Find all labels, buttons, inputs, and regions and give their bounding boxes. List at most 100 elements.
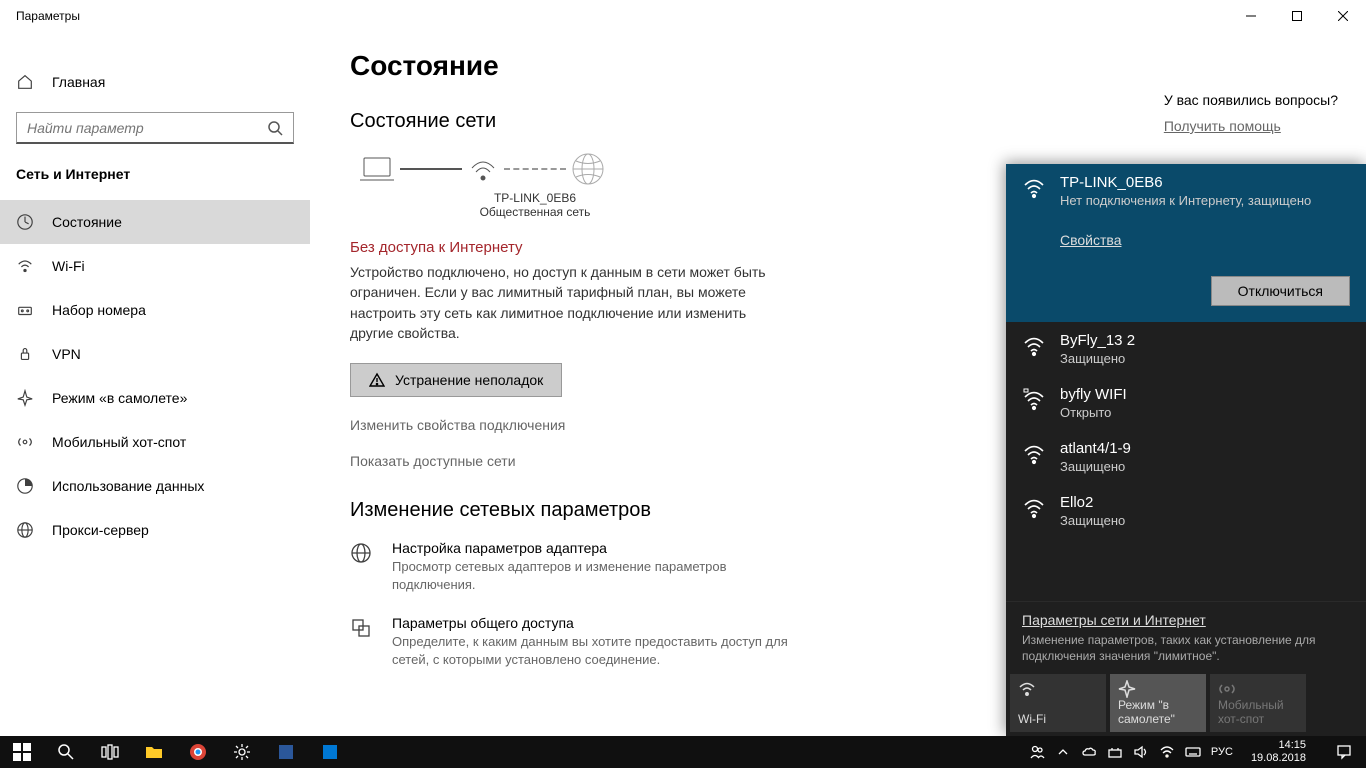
settings-taskbar-button[interactable] — [220, 736, 264, 768]
home-icon — [16, 73, 34, 91]
app-button[interactable] — [264, 736, 308, 768]
sidebar-item-label: Использование данных — [52, 478, 204, 494]
warning-icon — [369, 372, 385, 388]
laptop-icon — [358, 154, 396, 184]
proxy-icon — [16, 521, 34, 539]
network-status: Защищено — [1060, 459, 1131, 474]
network-status: Открыто — [1060, 405, 1127, 420]
sidebar-item-label: Прокси-сервер — [52, 522, 149, 538]
close-button[interactable] — [1320, 0, 1366, 32]
search-icon — [267, 120, 283, 136]
solid-line — [400, 168, 462, 170]
tile-label: Режим "в самолете" — [1118, 698, 1198, 726]
taskview-button[interactable] — [88, 736, 132, 768]
network-item[interactable]: byfly WIFIОткрыто — [1006, 376, 1366, 430]
wifi-signal-icon — [1022, 334, 1046, 358]
start-button[interactable] — [0, 736, 44, 768]
titlebar: Параметры — [0, 0, 1366, 32]
page-title: Состояние — [350, 50, 1336, 82]
help-box: У вас появились вопросы? Получить помощь — [1164, 92, 1338, 134]
sidebar-item-dialup[interactable]: Набор номера — [0, 288, 310, 332]
network-tray-icon[interactable] — [1107, 744, 1123, 760]
system-tray: РУС 14:15 19.08.2018 — [1029, 736, 1366, 768]
onedrive-icon[interactable] — [1081, 744, 1097, 760]
dialup-icon — [16, 301, 34, 319]
wifi-flyout: TP-LINK_0EB6 Нет подключения к Интернету… — [1006, 164, 1366, 736]
network-item[interactable]: ByFly_13 2 Защищено — [1006, 322, 1366, 376]
sidebar-item-wifi[interactable]: Wi-Fi — [0, 244, 310, 288]
adapter-icon — [350, 540, 374, 593]
option-title: Параметры общего доступа — [392, 615, 810, 631]
status-description: Устройство подключено, но доступ к данны… — [350, 262, 780, 343]
network-status: Защищено — [1060, 513, 1125, 528]
network-settings-desc: Изменение параметров, таких как установл… — [1022, 632, 1350, 664]
chrome-button[interactable] — [176, 736, 220, 768]
sidebar-item-label: Состояние — [52, 214, 122, 230]
clock[interactable]: 14:15 19.08.2018 — [1243, 739, 1314, 764]
notifications-button[interactable] — [1324, 744, 1364, 760]
status-icon — [16, 213, 34, 231]
volume-icon[interactable] — [1133, 744, 1149, 760]
sharing-settings-option[interactable]: Параметры общего доступа Определите, к к… — [350, 615, 810, 668]
troubleshoot-button[interactable]: Устранение неполадок — [350, 363, 562, 397]
airplane-icon — [1118, 680, 1198, 698]
help-question: У вас появились вопросы? — [1164, 92, 1338, 108]
globe-icon — [570, 151, 606, 187]
chevron-up-icon[interactable] — [1055, 744, 1071, 760]
network-item[interactable]: Ello2 Защищено — [1006, 484, 1366, 538]
maximize-button[interactable] — [1274, 0, 1320, 32]
adapter-settings-option[interactable]: Настройка параметров адаптера Просмотр с… — [350, 540, 810, 593]
sidebar-item-label: VPN — [52, 346, 81, 362]
option-desc: Просмотр сетевых адаптеров и изменение п… — [392, 558, 810, 593]
network-status: Защищено — [1060, 351, 1135, 366]
sidebar-item-status[interactable]: Состояние — [0, 200, 310, 244]
sidebar-item-proxy[interactable]: Прокси-сервер — [0, 508, 310, 552]
sidebar-item-datausage[interactable]: Использование данных — [0, 464, 310, 508]
tile-hotspot[interactable]: Мобильный хот-спот — [1210, 674, 1306, 732]
sidebar-home[interactable]: Главная — [0, 60, 310, 104]
network-list: TP-LINK_0EB6 Нет подключения к Интернету… — [1006, 164, 1366, 601]
app-button[interactable] — [308, 736, 352, 768]
wifi-signal-icon — [1022, 442, 1046, 466]
taskbar: РУС 14:15 19.08.2018 — [0, 736, 1366, 768]
wifi-icon — [16, 257, 34, 275]
keyboard-icon[interactable] — [1185, 744, 1201, 760]
sidebar-item-label: Wi-Fi — [52, 258, 85, 274]
disconnect-button[interactable]: Отключиться — [1211, 276, 1350, 306]
sidebar-category: Сеть и Интернет — [0, 160, 310, 200]
network-name: TP-LINK_0EB6 — [1060, 174, 1311, 191]
network-item[interactable]: atlant4/1-9Защищено — [1006, 430, 1366, 484]
troubleshoot-label: Устранение неполадок — [395, 372, 543, 388]
network-name: TP-LINK_0EB6 — [450, 191, 620, 205]
minimize-button[interactable] — [1228, 0, 1274, 32]
wifi-signal-icon — [1022, 496, 1046, 520]
file-explorer-button[interactable] — [132, 736, 176, 768]
date: 19.08.2018 — [1251, 752, 1306, 765]
dashed-line — [504, 168, 566, 170]
network-item-active[interactable]: TP-LINK_0EB6 Нет подключения к Интернету… — [1006, 164, 1366, 322]
network-name: ByFly_13 2 — [1060, 332, 1135, 349]
wifi-tray-icon[interactable] — [1159, 744, 1175, 760]
hotspot-icon — [1218, 680, 1298, 698]
datausage-icon — [16, 477, 34, 495]
hotspot-icon — [16, 433, 34, 451]
network-name: Ello2 — [1060, 494, 1125, 511]
search-button[interactable] — [44, 736, 88, 768]
search-input[interactable] — [27, 120, 267, 136]
option-title: Настройка параметров адаптера — [392, 540, 810, 556]
search-box[interactable] — [16, 112, 294, 144]
properties-link[interactable]: Свойства — [1060, 232, 1350, 248]
sidebar-item-vpn[interactable]: VPN — [0, 332, 310, 376]
language-indicator[interactable]: РУС — [1211, 746, 1233, 758]
people-icon[interactable] — [1029, 744, 1045, 760]
window-title: Параметры — [16, 9, 80, 23]
tile-airplane[interactable]: Режим "в самолете" — [1110, 674, 1206, 732]
airplane-icon — [16, 389, 34, 407]
network-status: Нет подключения к Интернету, защищено — [1060, 193, 1311, 208]
flyout-footer: Параметры сети и Интернет Изменение пара… — [1006, 601, 1366, 670]
sidebar-item-hotspot[interactable]: Мобильный хот-спот — [0, 420, 310, 464]
sidebar-item-airplane[interactable]: Режим «в самолете» — [0, 376, 310, 420]
tile-wifi[interactable]: Wi-Fi — [1010, 674, 1106, 732]
help-link[interactable]: Получить помощь — [1164, 118, 1338, 134]
network-settings-link[interactable]: Параметры сети и Интернет — [1022, 612, 1350, 628]
